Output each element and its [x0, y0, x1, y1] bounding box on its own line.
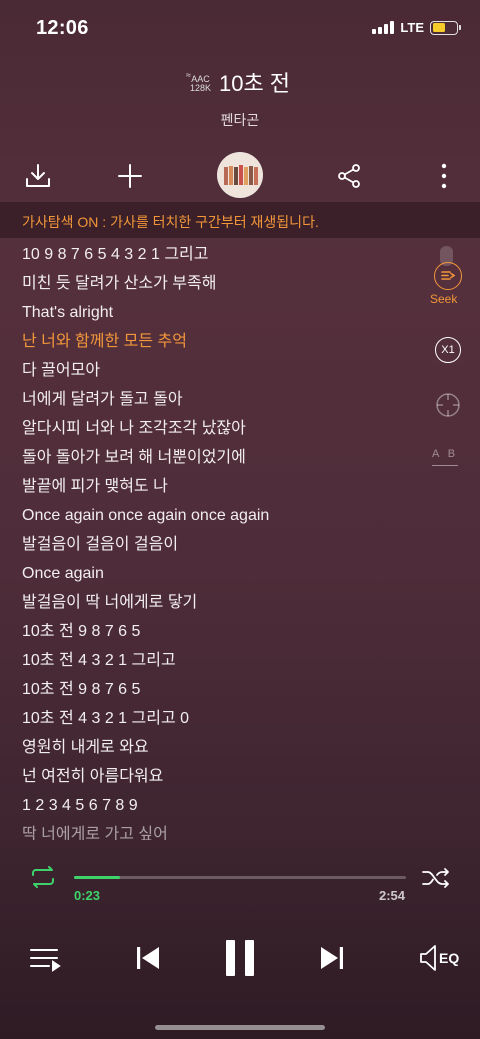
speed-button[interactable]: X1	[435, 337, 461, 363]
download-icon	[26, 164, 50, 187]
total-time: 2:54	[378, 888, 405, 903]
lyric-line[interactable]: 10 9 8 7 6 5 4 3 2 1 그리고	[22, 240, 422, 269]
lyric-line[interactable]: Once again once again once again	[22, 501, 422, 530]
playlist-icon	[30, 949, 61, 972]
previous-button[interactable]	[133, 938, 163, 978]
speaker-icon	[420, 945, 436, 971]
pause-icon	[226, 940, 254, 976]
more-icon	[441, 163, 447, 189]
status-bar: 12:06 LTE	[0, 0, 480, 56]
next-button[interactable]	[317, 938, 347, 978]
playlist-button[interactable]	[28, 938, 62, 978]
lyric-line[interactable]: 1 2 3 4 5 6 7 8 9	[22, 791, 422, 820]
lyric-line[interactable]: 10초 전 4 3 2 1 그리고	[22, 646, 422, 675]
shuffle-button[interactable]	[420, 863, 452, 898]
network-type: LTE	[400, 20, 424, 35]
seek-label: Seek	[430, 292, 458, 306]
lyric-line[interactable]: 다 끌어모아	[22, 356, 422, 385]
progress-bar[interactable]	[74, 876, 406, 879]
song-title: 10초 전	[218, 71, 291, 96]
previous-icon	[137, 947, 159, 969]
share-icon	[338, 164, 360, 188]
action-row	[0, 150, 480, 202]
battery-icon	[430, 20, 461, 35]
seek-button[interactable]	[434, 262, 462, 290]
sync-target-button[interactable]	[434, 391, 462, 424]
pause-button[interactable]	[222, 938, 258, 978]
song-header: ≈ AAC 128K 10초 전 펜타곤	[0, 66, 480, 130]
lyric-line[interactable]: 미친 듯 달려가 산소가 부족해	[22, 269, 422, 298]
lyric-line[interactable]: That's alright	[22, 298, 422, 327]
seek-icon	[441, 271, 456, 280]
target-icon	[436, 393, 460, 417]
home-indicator[interactable]	[155, 1025, 325, 1030]
bitrate-label: 128K	[189, 83, 211, 93]
lyric-line[interactable]: 10초 전 9 8 7 6 5	[22, 675, 422, 704]
progress-fill	[74, 876, 121, 879]
repeat-button[interactable]	[28, 862, 58, 897]
playback-controls: EQ	[0, 932, 480, 984]
share-button[interactable]	[333, 160, 365, 192]
shuffle-icon	[422, 868, 449, 888]
wave-icon: ≈	[185, 70, 191, 80]
lyric-line[interactable]: Once again	[22, 559, 422, 588]
lyric-line-active[interactable]: 난 너와 함께한 모든 추억	[22, 327, 422, 356]
ab-repeat-button[interactable]: A B	[432, 448, 458, 460]
artist-name[interactable]: 펜타곤	[0, 110, 480, 130]
lyric-line[interactable]: 알다시피 너와 나 조각조각 났잖아	[22, 414, 422, 443]
lyric-line[interactable]: 발걸음이 걸음이 걸음이	[22, 530, 422, 559]
lyrics-list[interactable]: 10 9 8 7 6 5 4 3 2 1 그리고 미친 듯 달려가 산소가 부족해…	[22, 240, 422, 840]
lyric-line[interactable]: 너에게 달려가 돌고 돌아	[22, 385, 422, 414]
download-button[interactable]	[22, 160, 54, 192]
lyric-line[interactable]: 발걸음이 딱 너에게로 닿기	[22, 588, 422, 617]
lyric-line[interactable]: 넌 여전히 아름다워요	[22, 762, 422, 791]
eq-button[interactable]: EQ	[418, 938, 459, 978]
add-button[interactable]	[114, 160, 146, 192]
lyric-line[interactable]: 딱 너에게로 가고 싶어	[22, 820, 422, 840]
status-indicators: LTE	[372, 20, 461, 35]
eq-label: EQ	[439, 950, 460, 966]
audio-quality-badge: ≈ AAC 128K	[186, 71, 211, 93]
progress-area: 0:23 2:54	[0, 866, 480, 908]
lyric-line[interactable]: 돌아 돌아가 보려 해 너뿐이었기에	[22, 443, 422, 472]
lyric-line[interactable]: 영원히 내게로 와요	[22, 733, 422, 762]
ab-repeat-line	[432, 465, 458, 466]
lyric-line[interactable]: 10초 전 9 8 7 6 5	[22, 617, 422, 646]
more-button[interactable]	[428, 160, 460, 192]
elapsed-time: 0:23	[74, 888, 101, 903]
repeat-icon	[32, 866, 54, 888]
clock: 12:06	[36, 17, 89, 39]
plus-icon	[118, 164, 142, 188]
album-art[interactable]	[217, 152, 263, 198]
lyric-line[interactable]: 발끝에 피가 맺혀도 나	[22, 472, 422, 501]
next-icon	[321, 947, 343, 969]
lyric-line[interactable]: 10초 전 4 3 2 1 그리고 0	[22, 704, 422, 733]
signal-icon	[372, 21, 395, 34]
lyrics-search-notice: 가사탐색 ON : 가사를 터치한 구간부터 재생됩니다.	[0, 202, 480, 238]
